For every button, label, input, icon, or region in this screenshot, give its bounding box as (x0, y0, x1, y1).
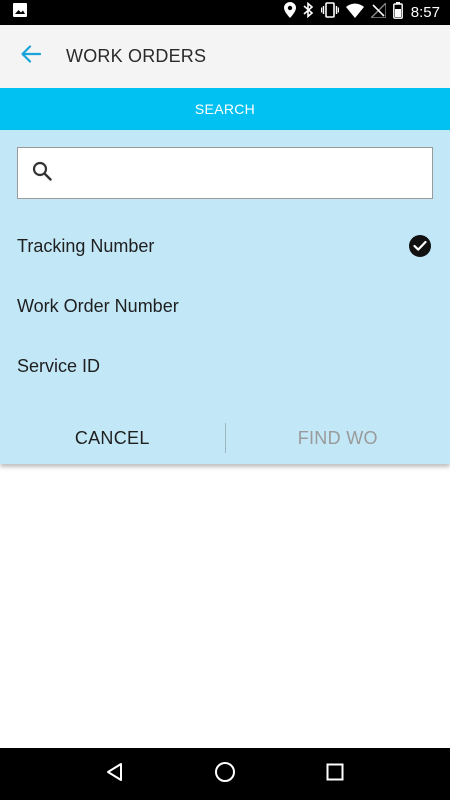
status-bar: 8:57 (0, 0, 450, 25)
nav-back-button[interactable] (91, 750, 139, 798)
option-label: Work Order Number (17, 295, 179, 316)
home-circle-icon (214, 761, 236, 788)
wifi-icon (345, 3, 364, 23)
nav-home-button[interactable] (201, 750, 249, 798)
check-circle-icon (409, 235, 431, 257)
app-bar: WORK ORDERS (0, 25, 450, 88)
arrow-left-icon (21, 45, 42, 68)
option-label: Service ID (17, 355, 101, 376)
status-time: 8:57 (410, 4, 440, 21)
option-label: Tracking Number (17, 235, 155, 256)
image-icon (12, 2, 28, 23)
search-input[interactable] (62, 153, 432, 193)
back-triangle-icon (105, 762, 125, 787)
option-service-id[interactable]: Service ID (0, 338, 450, 394)
tab-search[interactable]: SEARCH (0, 88, 450, 130)
no-signal-icon (369, 0, 387, 23)
option-tracking-number[interactable]: Tracking Number (0, 218, 450, 274)
search-panel: Tracking Number Work Order Number Servic… (0, 130, 450, 464)
nav-bar (0, 748, 450, 800)
action-row: CANCEL FIND WO (0, 418, 450, 458)
battery-icon (392, 1, 403, 24)
search-icon (32, 161, 52, 186)
back-button[interactable] (7, 33, 55, 81)
location-icon (283, 2, 296, 23)
recents-square-icon (326, 763, 344, 786)
page-title: WORK ORDERS (66, 46, 207, 66)
status-right: 8:57 (277, 0, 440, 24)
cancel-button[interactable]: CANCEL (0, 418, 225, 458)
vibrate-icon (320, 2, 339, 23)
option-work-order-number[interactable]: Work Order Number (0, 278, 450, 334)
bluetooth-icon (303, 1, 314, 23)
find-wo-button[interactable]: FIND WO (226, 418, 450, 458)
nav-recents-button[interactable] (311, 750, 359, 798)
status-left (12, 2, 28, 23)
search-box[interactable] (17, 147, 433, 199)
